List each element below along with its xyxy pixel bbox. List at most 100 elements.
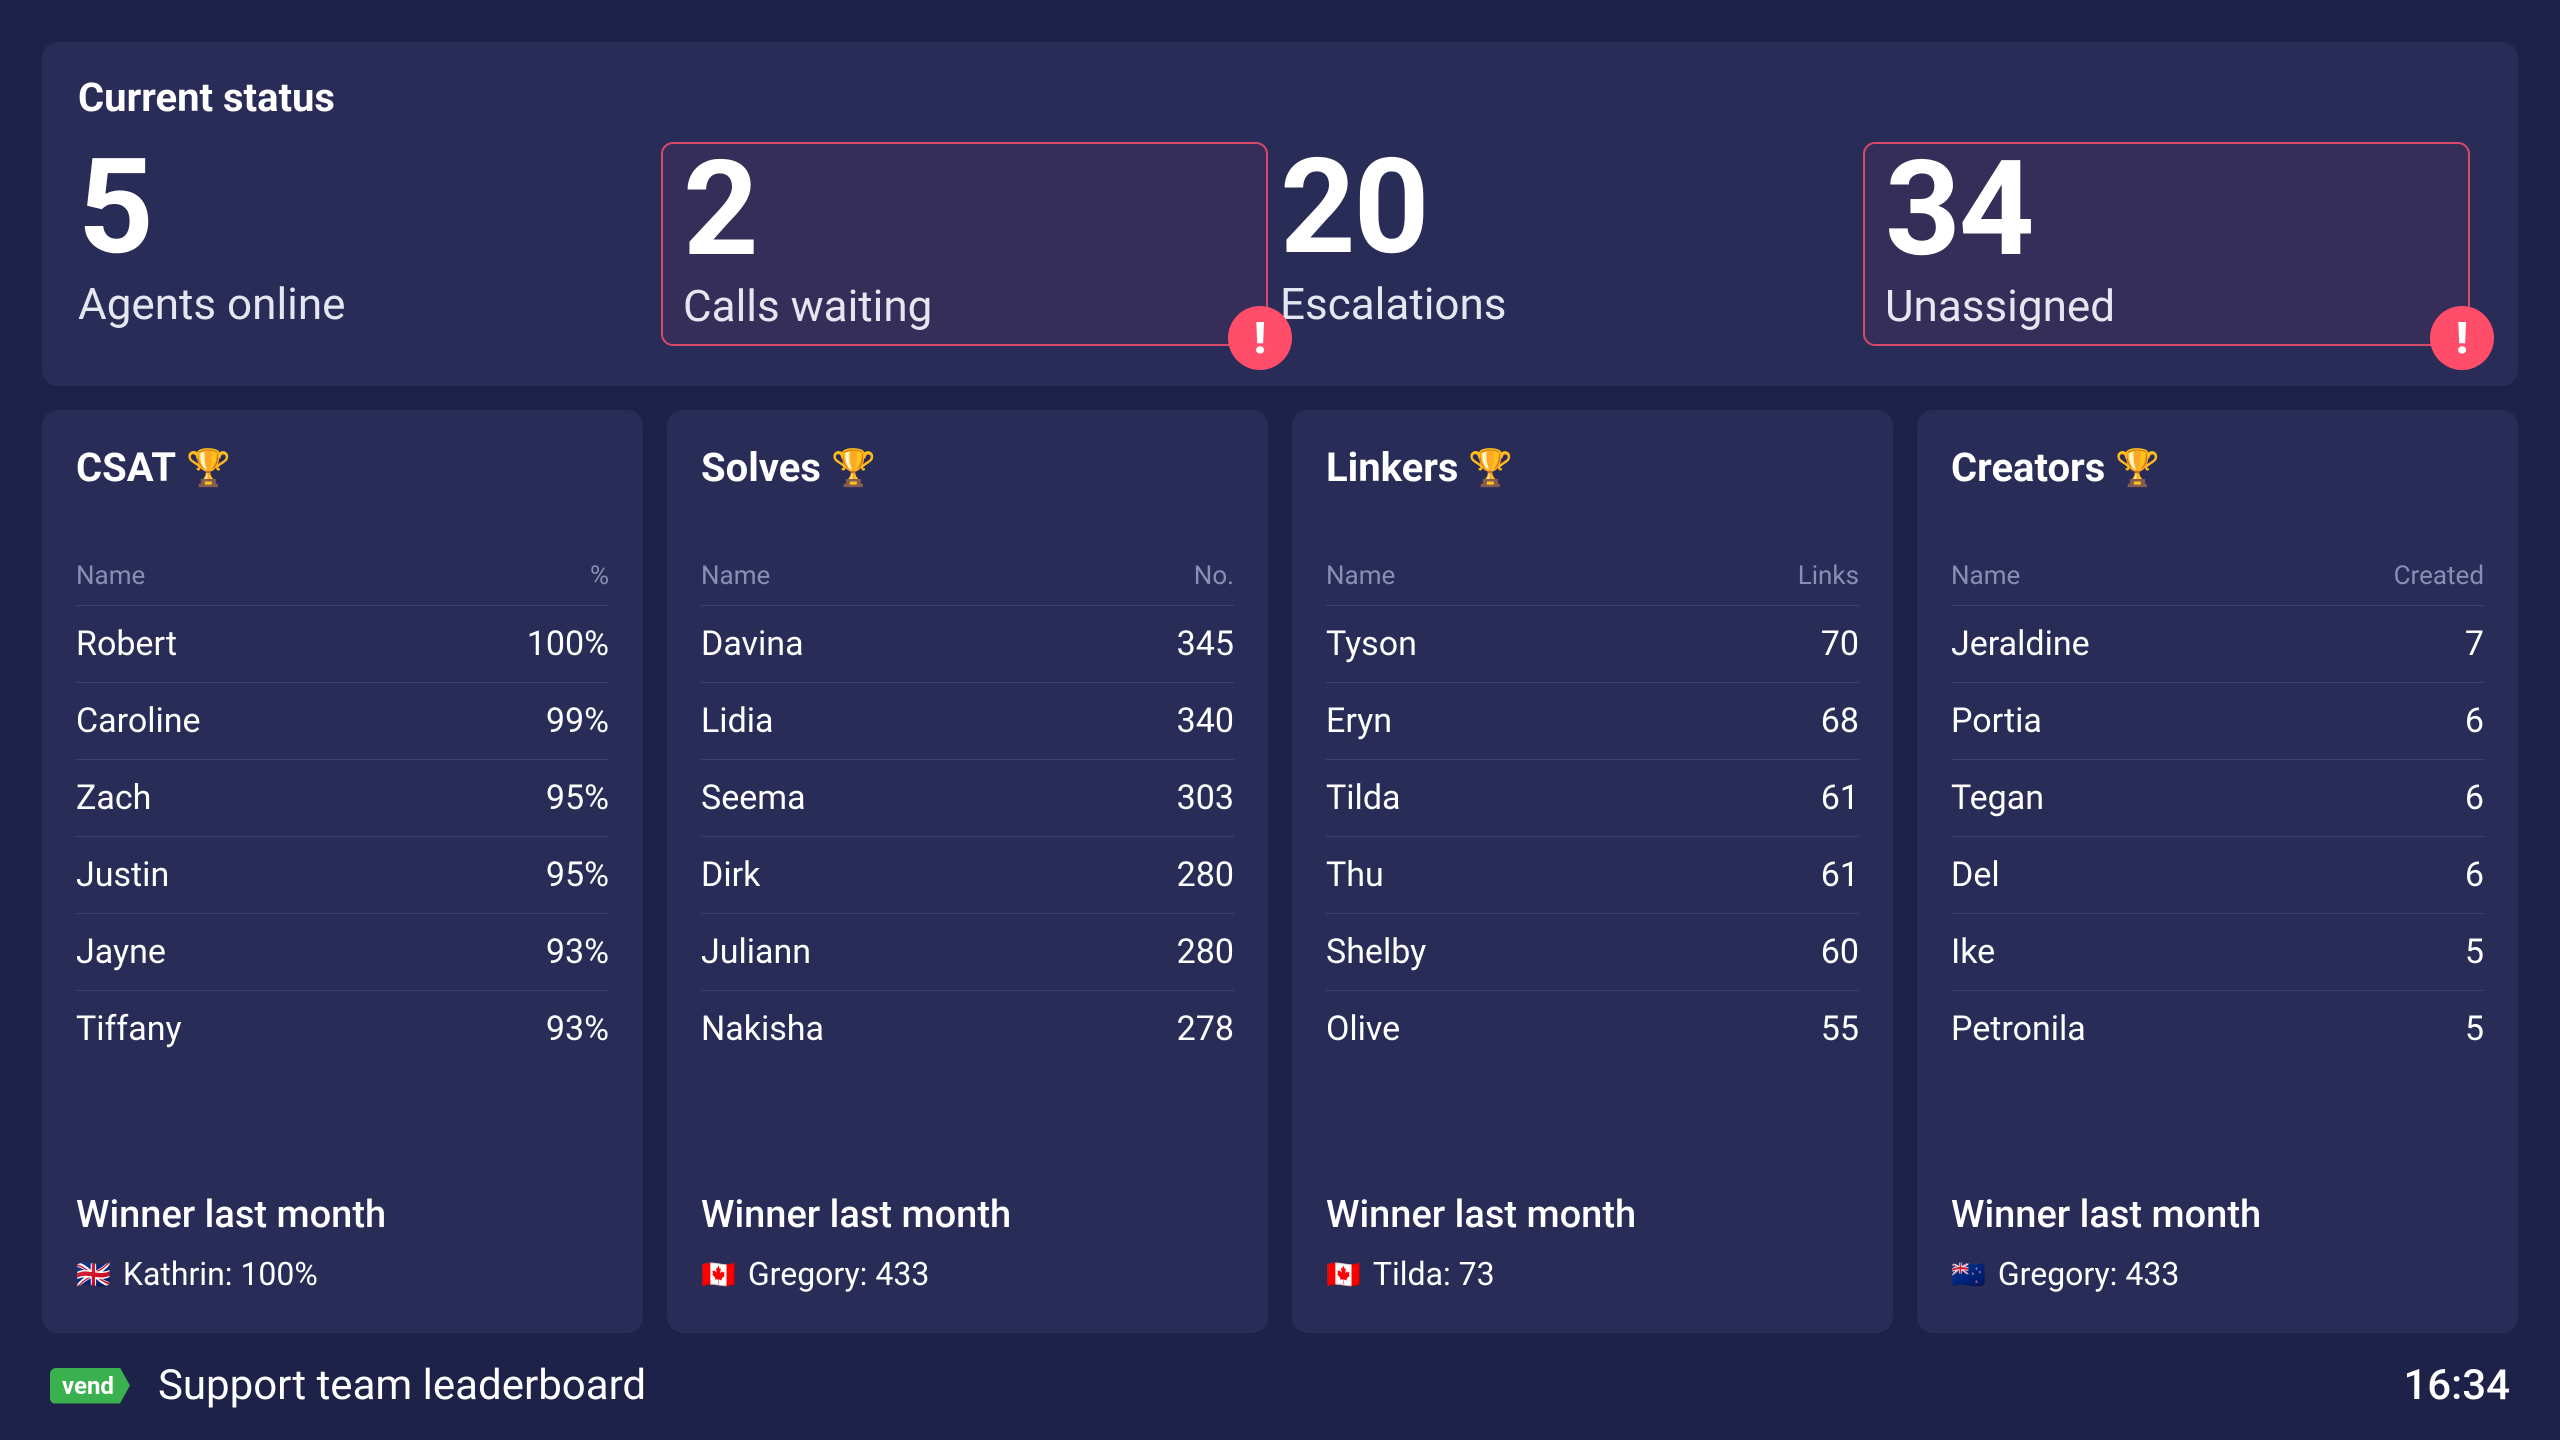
col-name-header: Name: [1326, 561, 1395, 591]
row-name: Eryn: [1326, 701, 1392, 741]
winner-label: Winner last month: [1326, 1193, 1859, 1237]
board-head: NameCreated: [1951, 561, 2484, 606]
board-head: NameNo.: [701, 561, 1234, 606]
status-label: Agents online: [78, 278, 645, 330]
board-title-text: Solves: [701, 444, 821, 491]
row-value: 345: [1177, 624, 1234, 664]
trophy-icon: 🏆: [1468, 447, 1513, 489]
table-row: Juliann 280: [701, 914, 1234, 991]
table-row: Jeraldine 7: [1951, 606, 2484, 683]
row-value: 60: [1821, 932, 1859, 972]
row-name: Olive: [1326, 1009, 1400, 1049]
col-name-header: Name: [1951, 561, 2020, 591]
board-title: Solves🏆: [701, 444, 1234, 491]
row-name: Tiffany: [76, 1009, 182, 1049]
table-row: Portia6: [1951, 683, 2484, 760]
table-row: Tiffany 93%: [76, 991, 609, 1067]
flag-icon: 🇬🇧: [76, 1258, 111, 1291]
status-header: Current status: [78, 74, 335, 121]
board-title: Linkers🏆: [1326, 444, 1859, 491]
table-row: Tyson70: [1326, 606, 1859, 683]
flag-icon: 🇨🇦: [701, 1258, 736, 1291]
row-name: Ike: [1951, 932, 1995, 972]
status-cell-agents-online: 5Agents online: [78, 142, 661, 346]
status-value: 5: [78, 142, 645, 274]
table-row: Zach95%: [76, 760, 609, 837]
leaderboard-linkers: Linkers🏆 Name Links Tyson70 Eryn 68 Tilda61Thu…: [1292, 410, 1893, 1333]
row-value: 278: [1177, 1009, 1234, 1049]
row-value: 93%: [546, 932, 609, 972]
status-value: 2: [683, 144, 1250, 276]
row-name: Caroline: [76, 701, 201, 741]
col-name-header: Name: [76, 561, 145, 591]
row-value: 61: [1821, 778, 1859, 818]
row-value: 6: [2465, 855, 2484, 895]
board-head: Name Links: [1326, 561, 1859, 606]
row-value: 93%: [546, 1009, 609, 1049]
board-title-text: Creators: [1951, 444, 2105, 491]
row-value: 55: [1821, 1009, 1859, 1049]
leaderboard-creators: Creators🏆 NameCreated Jeraldine 7 Portia6Teg…: [1917, 410, 2518, 1333]
bottom-bar: vend Support team leaderboard 16:34: [42, 1333, 2518, 1440]
leaderboard-csat: CSAT🏆Name%Robert100%Caroline99%Zach95%Ju…: [42, 410, 643, 1333]
winner-text: Kathrin: 100%: [123, 1255, 318, 1293]
board-footer: Winner last month🇨🇦Gregory: 433: [701, 1153, 1234, 1293]
winner-info: 🇳🇿Gregory: 433: [1951, 1255, 2484, 1293]
winner-info: 🇬🇧 Kathrin: 100%: [76, 1255, 609, 1293]
table-row: Seema 303: [701, 760, 1234, 837]
flag-icon: 🇳🇿: [1951, 1258, 1986, 1291]
row-value: 95%: [546, 778, 609, 818]
table-row: Caroline 99%: [76, 683, 609, 760]
row-value: 303: [1177, 778, 1234, 818]
clock: 16:34: [2403, 1361, 2510, 1410]
row-value: 280: [1177, 932, 1234, 972]
table-row: Robert100%: [76, 606, 609, 683]
status-cell-unassigned: 34Unassigned!: [1863, 142, 2470, 346]
board-title-text: CSAT: [76, 444, 176, 491]
winner-label: Winner last month: [701, 1193, 1234, 1237]
status-bar: Current status 5Agents online2Calls wait…: [42, 42, 2518, 386]
board-footer: Winner last month 🇨🇦Tilda: 73: [1326, 1153, 1859, 1293]
col-value-header: Links: [1798, 561, 1859, 591]
status-cell-calls-waiting: 2Calls waiting!: [661, 142, 1268, 346]
row-value: 99%: [546, 701, 609, 741]
table-row: Ike 5: [1951, 914, 2484, 991]
row-value: 7: [2465, 624, 2484, 664]
flag-icon: 🇨🇦: [1326, 1258, 1361, 1291]
row-value: 340: [1177, 701, 1234, 741]
row-value: 6: [2465, 701, 2484, 741]
row-name: Dirk: [701, 855, 760, 895]
dashboard-root: Current status 5Agents online2Calls wait…: [0, 0, 2560, 1440]
trophy-icon: 🏆: [831, 447, 876, 489]
status-value: 20: [1280, 142, 1847, 274]
trophy-icon: 🏆: [2115, 447, 2160, 489]
row-value: 68: [1821, 701, 1859, 741]
row-name: Jeraldine: [1951, 624, 2090, 664]
table-row: Shelby60: [1326, 914, 1859, 991]
table-row: Nakisha 278: [701, 991, 1234, 1067]
col-name-header: Name: [701, 561, 770, 591]
board-title-text: Linkers: [1326, 444, 1458, 491]
table-row: Thu61: [1326, 837, 1859, 914]
row-name: Lidia: [701, 701, 774, 741]
leaderboards: CSAT 🏆 Name%Robert100% Caroline 99% Zach95% Ju…: [42, 410, 2518, 1333]
row-name: Robert: [76, 624, 177, 664]
status-label: Unassigned: [1885, 280, 2452, 332]
row-name: Nakisha: [701, 1009, 824, 1049]
board-table: NameNo.Davina345Lidia340Seema303Dirk280J…: [701, 561, 1234, 1067]
row-value: 95%: [546, 855, 609, 895]
leaderboard-solves: Solves🏆NameNo.Davina345Lidia340Seema303D…: [667, 410, 1268, 1333]
table-row: Tegan6: [1951, 760, 2484, 837]
row-value: 5: [2465, 932, 2484, 972]
row-name: Jayne: [76, 932, 166, 972]
table-row: Tilda61: [1326, 760, 1859, 837]
row-name: Seema: [701, 778, 806, 818]
table-row: Jayne 93%: [76, 914, 609, 991]
row-name: Juliann: [701, 932, 811, 972]
table-row: Petronila5: [1951, 991, 2484, 1067]
winner-info: 🇨🇦Tilda: 73: [1326, 1255, 1859, 1293]
page-title: Support team leaderboard: [158, 1361, 646, 1410]
board-head: Name%: [76, 561, 609, 606]
row-name: Tyson: [1326, 624, 1417, 664]
board-footer: Winner last month🇳🇿Gregory: 433: [1951, 1153, 2484, 1293]
